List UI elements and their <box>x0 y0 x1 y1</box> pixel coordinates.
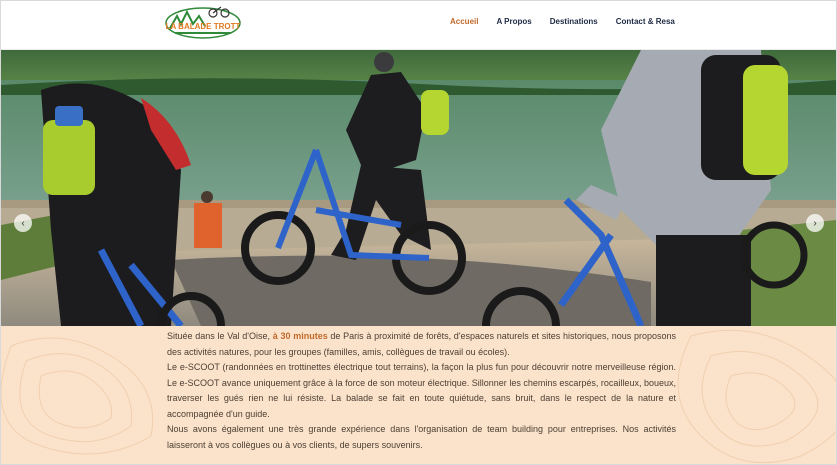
slider-next-button[interactable]: › <box>806 214 824 232</box>
hero-image <box>1 50 836 326</box>
slider-prev-button[interactable]: ‹ <box>14 214 32 232</box>
intro-paragraph-3: Nous avons également une très grande exp… <box>167 424 676 450</box>
nav-contact-resa[interactable]: Contact & Resa <box>616 17 675 27</box>
site-logo[interactable]: LA BALADE TROTT <box>165 4 241 40</box>
intro-paragraph-2: Le e-SCOOT (randonnées en trottinettes é… <box>167 362 676 419</box>
page: LA BALADE TROTT Accueil A Propos Destina… <box>0 0 837 465</box>
distance-highlight: à 30 minutes <box>272 331 328 341</box>
main-nav: Accueil A Propos Destinations Contact & … <box>450 17 693 27</box>
intro-text: Située dans le Val d'Oise, à 30 minutes … <box>167 329 676 453</box>
chevron-right-icon: › <box>813 217 817 229</box>
nav-destinations[interactable]: Destinations <box>550 17 598 27</box>
site-header: LA BALADE TROTT Accueil A Propos Destina… <box>1 1 836 50</box>
chevron-left-icon: ‹ <box>21 217 25 229</box>
nav-accueil[interactable]: Accueil <box>450 17 478 27</box>
intro-section: Située dans le Val d'Oise, à 30 minutes … <box>1 326 836 464</box>
intro-paragraph-1: Située dans le Val d'Oise, à 30 minutes … <box>167 331 676 357</box>
nav-a-propos[interactable]: A Propos <box>496 17 531 27</box>
hero-slider[interactable]: ‹ › <box>1 50 836 326</box>
logo-text: LA BALADE TROTT <box>166 22 241 31</box>
